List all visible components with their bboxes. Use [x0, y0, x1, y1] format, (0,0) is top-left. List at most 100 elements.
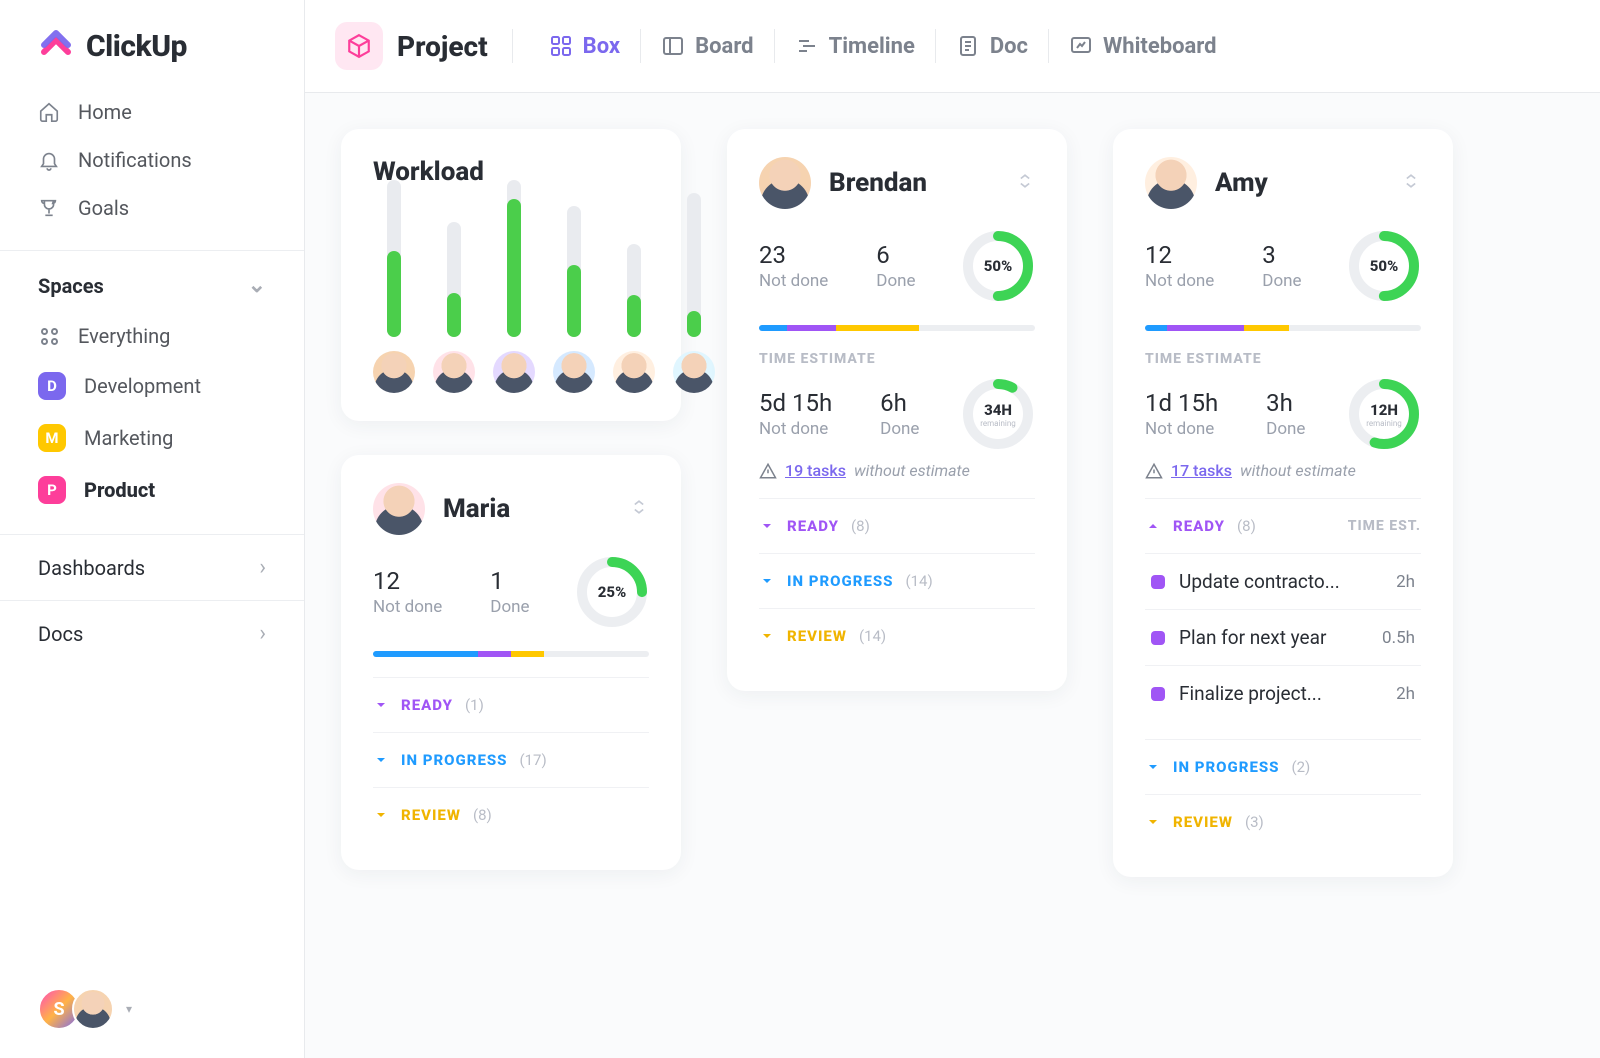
- avatar: [373, 351, 415, 393]
- bar-track: [387, 180, 401, 337]
- time-done: 3h: [1266, 389, 1305, 417]
- sidebar-everything[interactable]: Everything: [24, 312, 280, 360]
- warning-icon: [1145, 462, 1163, 480]
- status-review[interactable]: REVIEW(14): [759, 608, 1035, 663]
- space-list: Everything DDevelopmentMMarketingPProduc…: [0, 312, 304, 516]
- person-card-maria: Maria 12Not done 1Done 25%: [341, 455, 681, 870]
- status-ready[interactable]: READY(8): [759, 498, 1035, 553]
- avatar: [433, 351, 475, 393]
- view-label: Whiteboard: [1103, 34, 1217, 59]
- ring-percent: 50%: [1347, 229, 1421, 303]
- progress-ring: 25%: [575, 555, 649, 629]
- bar-track: [567, 206, 581, 337]
- task-time: 0.5h: [1382, 628, 1415, 648]
- view-doc[interactable]: Doc: [944, 26, 1040, 67]
- view-board[interactable]: Board: [649, 26, 765, 67]
- status-count: (3): [1245, 813, 1264, 831]
- stat-label: Done: [490, 597, 529, 617]
- chevron-down-icon: [1145, 814, 1161, 830]
- trophy-icon: [38, 197, 60, 219]
- home-icon: [38, 101, 60, 123]
- spaces-header[interactable]: Spaces ⌄: [0, 251, 304, 312]
- nav-label: Goals: [78, 196, 129, 220]
- sidebar-space-development[interactable]: DDevelopment: [24, 360, 280, 412]
- person-card-amy: Amy 12Not done 3Done 50%: [1113, 129, 1453, 877]
- status-count: (8): [851, 517, 870, 535]
- workload-bar[interactable]: [373, 180, 415, 393]
- collapse-icon[interactable]: [1401, 171, 1421, 195]
- view-label: Doc: [990, 34, 1028, 59]
- avatar: [613, 351, 655, 393]
- chevron-down-icon: ⌄: [248, 273, 266, 298]
- logo[interactable]: ClickUp: [0, 0, 304, 88]
- status-ready-expanded[interactable]: READY (8) TIME EST.: [1145, 498, 1421, 553]
- tasks-link[interactable]: 19 tasks: [785, 461, 846, 480]
- time-ring: 12Hremaining: [1347, 377, 1421, 451]
- sidebar-docs[interactable]: Docs ›: [0, 600, 304, 666]
- sidebar-space-marketing[interactable]: MMarketing: [24, 412, 280, 464]
- project-chip[interactable]: Project: [335, 22, 488, 70]
- stat-label: Not done: [1145, 419, 1218, 439]
- workload-bar[interactable]: [553, 206, 595, 393]
- status-count: (17): [519, 751, 546, 769]
- spaces-title: Spaces: [38, 274, 104, 298]
- workload-bar[interactable]: [433, 222, 475, 393]
- chevron-down-icon: [1145, 759, 1161, 775]
- status-progress[interactable]: IN PROGRESS(14): [759, 553, 1035, 608]
- chevron-down-icon: [759, 573, 775, 589]
- status-count: (2): [1291, 758, 1310, 776]
- progress-ring: 50%: [961, 229, 1035, 303]
- task-name: Update contracto...: [1179, 570, 1382, 593]
- brand-name: ClickUp: [86, 29, 187, 64]
- collapse-icon[interactable]: [629, 497, 649, 521]
- workload-bar[interactable]: [673, 193, 715, 393]
- stat-label: Done: [880, 419, 919, 439]
- column-3: Amy 12Not done 3Done 50%: [1113, 129, 1465, 877]
- cube-icon: [335, 22, 383, 70]
- status-progress[interactable]: IN PROGRESS(17): [373, 732, 649, 787]
- task-item[interactable]: Plan for next year0.5h: [1145, 609, 1421, 665]
- sidebar-notifications[interactable]: Notifications: [24, 136, 280, 184]
- ring-percent: 50%: [961, 229, 1035, 303]
- workload-bar[interactable]: [493, 180, 535, 393]
- docs-label: Docs: [38, 622, 83, 646]
- view-whiteboard[interactable]: Whiteboard: [1057, 26, 1229, 67]
- status-ready[interactable]: READY(1): [373, 677, 649, 732]
- ring-hours: 12H: [1370, 401, 1398, 419]
- status-review[interactable]: REVIEW(8): [373, 787, 649, 842]
- not-done-count: 23: [759, 241, 828, 269]
- time-ring: 34Hremaining: [961, 377, 1035, 451]
- chevron-up-icon: [1145, 518, 1161, 534]
- progress-bar: [1145, 325, 1421, 331]
- view-timeline[interactable]: Timeline: [783, 26, 927, 67]
- status-review[interactable]: REVIEW(3): [1145, 794, 1421, 849]
- workload-bars: [373, 213, 649, 393]
- sidebar: ClickUp Home Notifications Goals Spaces …: [0, 0, 305, 1058]
- user-switcher[interactable]: S ▾: [38, 988, 132, 1030]
- status-progress[interactable]: IN PROGRESS(2): [1145, 739, 1421, 794]
- sidebar-space-product[interactable]: PProduct: [24, 464, 280, 516]
- sidebar-home[interactable]: Home: [24, 88, 280, 136]
- bar-track: [627, 244, 641, 337]
- status-label: READY: [401, 696, 453, 714]
- time-not-done: 5d 15h: [759, 389, 832, 417]
- bar-track: [447, 222, 461, 337]
- bar-fill: [687, 311, 701, 337]
- view-doc-icon: [956, 34, 980, 58]
- task-item[interactable]: Update contracto...2h: [1145, 553, 1421, 609]
- stat-label: Done: [1266, 419, 1305, 439]
- main: Project BoxBoardTimelineDocWhiteboard Wo…: [305, 0, 1600, 1058]
- divider: [935, 29, 936, 63]
- tasks-link[interactable]: 17 tasks: [1171, 461, 1232, 480]
- not-done-count: 12: [1145, 241, 1214, 269]
- collapse-icon[interactable]: [1015, 171, 1035, 195]
- view-box[interactable]: Box: [537, 26, 632, 67]
- status-label: READY: [1173, 517, 1225, 535]
- sidebar-goals[interactable]: Goals: [24, 184, 280, 232]
- chevron-right-icon: ›: [259, 555, 266, 580]
- task-item[interactable]: Finalize project...2h: [1145, 665, 1421, 721]
- avatar: [1145, 157, 1197, 209]
- workload-bar[interactable]: [613, 244, 655, 393]
- sidebar-dashboards[interactable]: Dashboards ›: [0, 534, 304, 600]
- dashboards-label: Dashboards: [38, 556, 145, 580]
